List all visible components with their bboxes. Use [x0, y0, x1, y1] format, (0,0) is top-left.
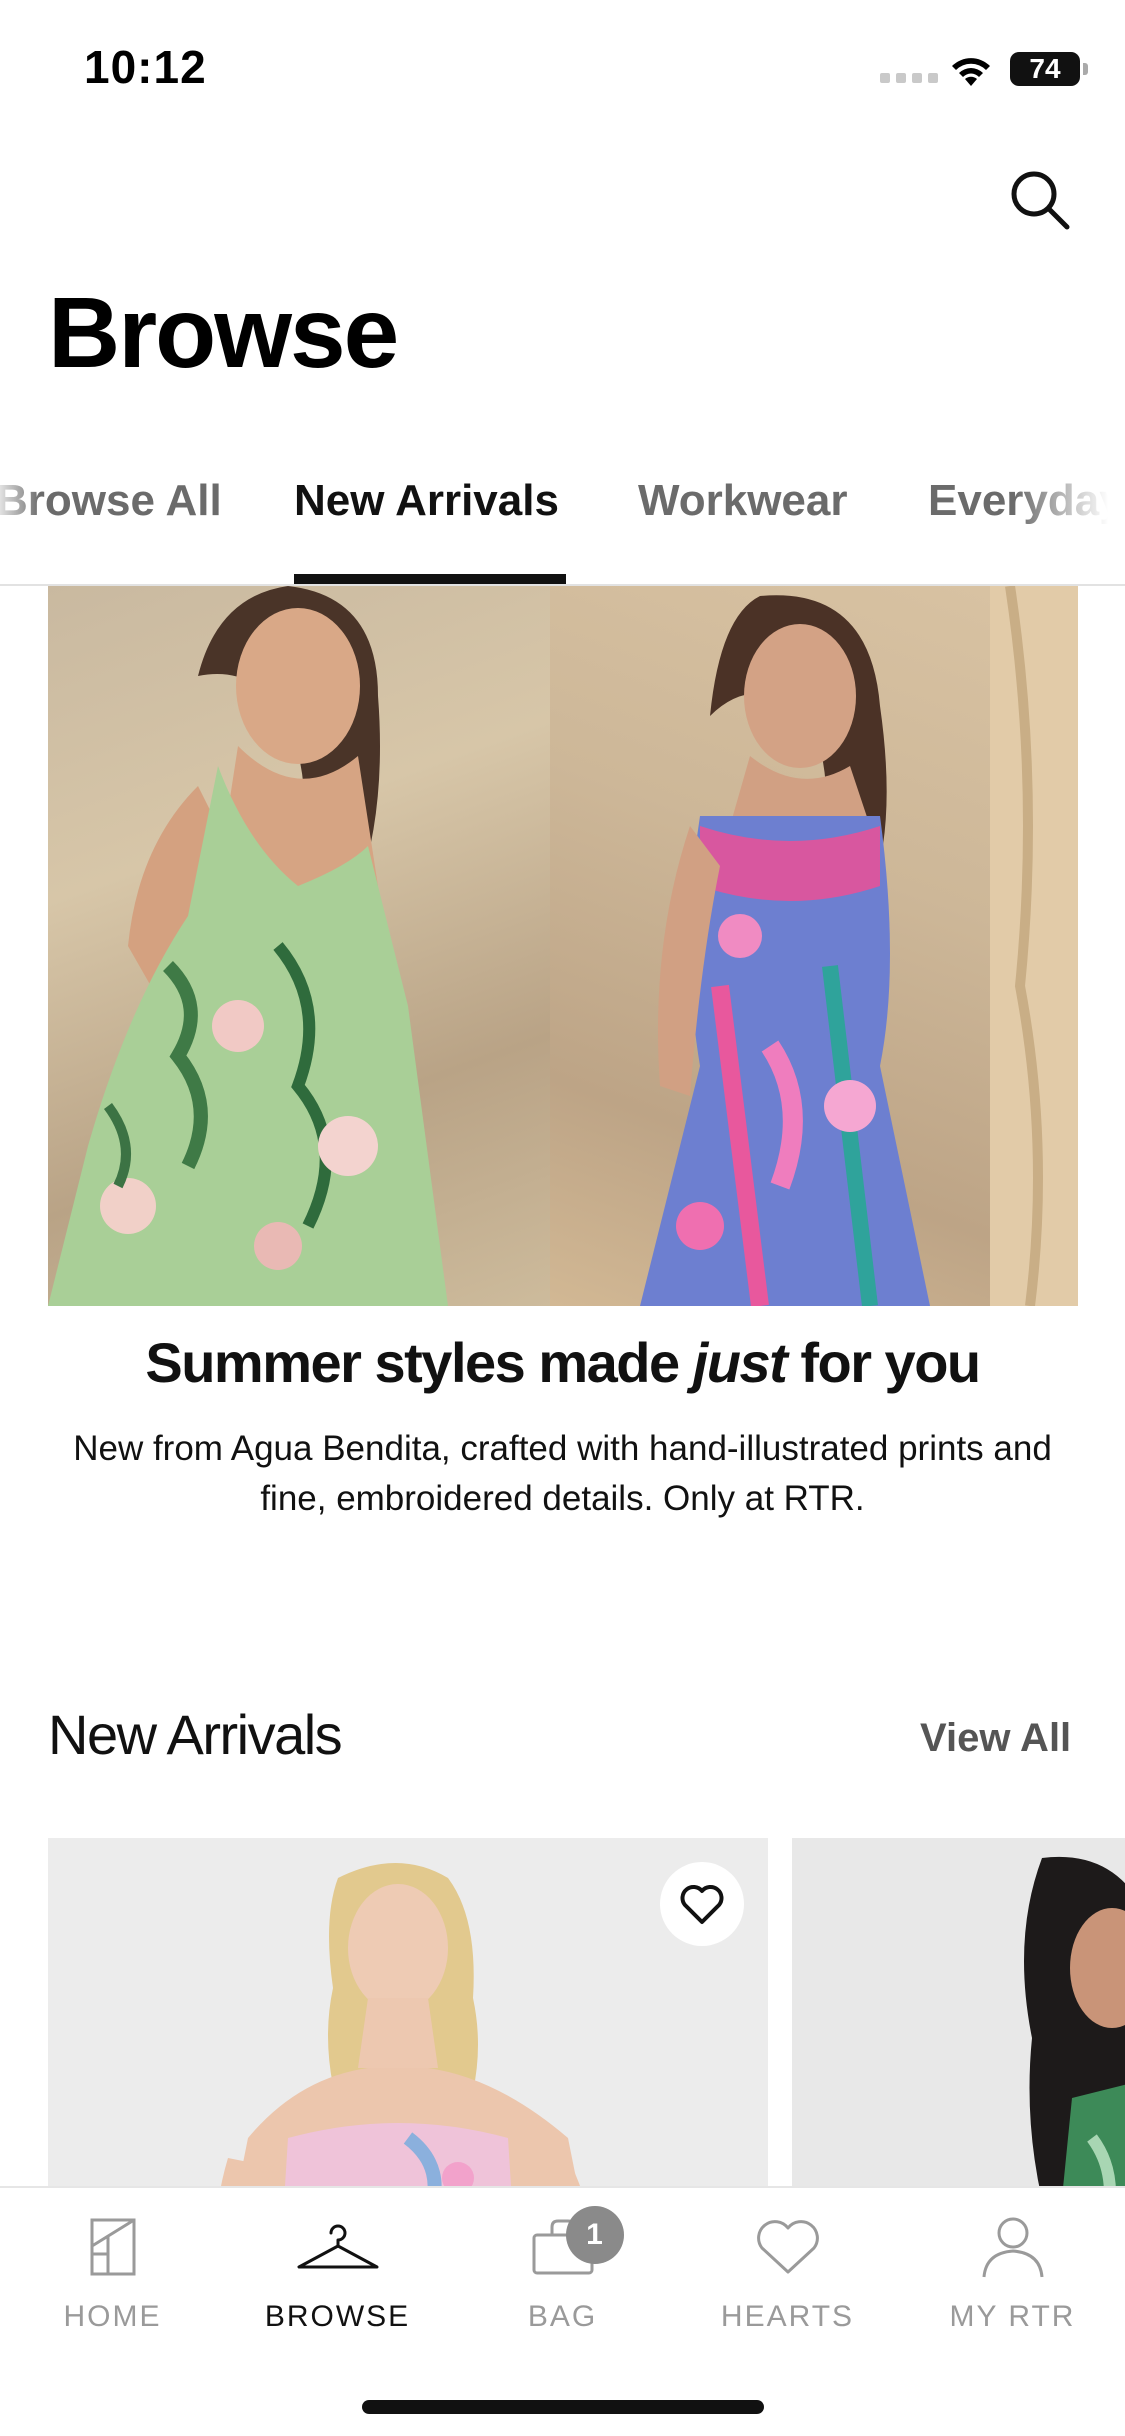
tab-workwear[interactable]: Workwear	[638, 476, 848, 526]
battery-indicator: 74	[1010, 52, 1088, 86]
battery-level: 74	[1029, 53, 1061, 84]
bottom-navigation: HOME BROWSE 1 BAG HEARTS MY RTR	[0, 2186, 1125, 2436]
status-bar: 10:12 74	[0, 0, 1125, 140]
hero-image-left	[48, 586, 550, 1306]
nav-home[interactable]: HOME	[0, 2210, 225, 2340]
hero-image-right	[550, 586, 1078, 1306]
nav-home-label: HOME	[63, 2300, 162, 2333]
status-time: 10:12	[84, 41, 207, 93]
hero-banner-image[interactable]	[48, 586, 1078, 1306]
home-indicator[interactable]	[362, 2400, 764, 2414]
hero-heading: Summer styles made just for you	[0, 1330, 1125, 1395]
nav-my-rtr[interactable]: MY RTR	[900, 2210, 1125, 2340]
nav-bag-label: BAG	[527, 2300, 598, 2333]
hero-heading-emphasis: just	[692, 1331, 788, 1394]
bag-count-badge: 1	[565, 2206, 624, 2264]
nav-hearts[interactable]: HEARTS	[675, 2210, 900, 2340]
nav-hearts-label: HEARTS	[720, 2300, 855, 2333]
heart-icon	[743, 2210, 833, 2284]
favorite-button[interactable]	[660, 1862, 744, 1946]
nav-browse-label: BROWSE	[264, 2300, 411, 2333]
search-icon	[1011, 171, 1070, 230]
tab-new-arrivals[interactable]: New Arrivals	[294, 476, 559, 526]
hanger-icon	[293, 2210, 383, 2284]
active-tab-indicator	[294, 574, 566, 584]
category-tabs: Browse All New Arrivals Workwear Everyda…	[0, 440, 1125, 586]
view-all-link[interactable]: View All	[920, 1716, 1071, 1761]
heart-outline-icon	[680, 1885, 724, 1924]
wifi-icon	[952, 58, 990, 86]
page-title: Browse	[48, 277, 399, 389]
home-icon	[68, 2210, 158, 2284]
hero-heading-part-1: Summer styles made	[145, 1331, 693, 1394]
new-arrivals-title: New Arrivals	[48, 1703, 343, 1766]
nav-bag[interactable]: 1 BAG	[450, 2206, 675, 2340]
bag-icon: 1	[518, 2206, 624, 2284]
hero-subtext: New from Agua Bendita, crafted with hand…	[73, 1429, 1052, 1518]
cellular-signal-icon	[880, 73, 938, 83]
profile-icon	[968, 2210, 1058, 2284]
hero-heading-part-2: for you	[786, 1331, 981, 1394]
tabs-fade-left	[0, 440, 40, 580]
search-button[interactable]	[1000, 160, 1080, 240]
tabs-fade-right	[1015, 440, 1125, 580]
nav-browse[interactable]: BROWSE	[225, 2210, 450, 2340]
nav-my-rtr-label: MY RTR	[949, 2300, 1076, 2333]
